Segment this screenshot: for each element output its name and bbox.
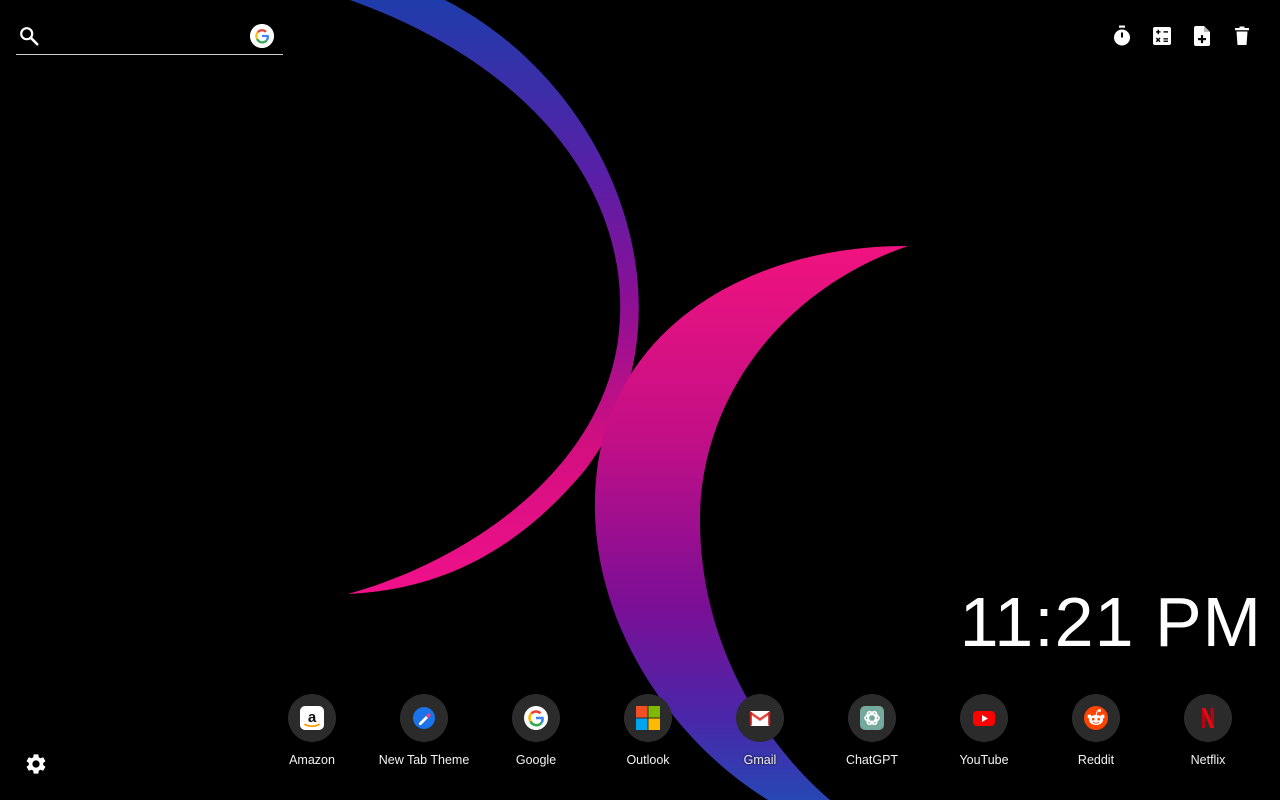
google-icon xyxy=(524,706,548,730)
gmail-icon xyxy=(749,711,771,726)
shortcut-label: Google xyxy=(515,753,557,767)
shortcut-google[interactable]: Google xyxy=(480,694,592,774)
shortcut-label: Reddit xyxy=(1077,753,1115,767)
shortcut-amazon[interactable]: a Amazon xyxy=(256,694,368,774)
google-icon[interactable] xyxy=(250,24,274,48)
search-icon[interactable] xyxy=(18,25,40,47)
settings-button[interactable] xyxy=(24,752,48,776)
reddit-icon xyxy=(1084,706,1108,730)
youtube-icon xyxy=(973,711,995,726)
trash-button[interactable] xyxy=(1230,24,1254,48)
shortcut-label: Amazon xyxy=(289,753,335,767)
microsoft-icon xyxy=(636,706,660,730)
shortcut-label: Outlook xyxy=(626,753,670,767)
shortcut-gmail[interactable]: Gmail xyxy=(704,694,816,774)
shortcut-new-tab-theme[interactable]: New Tab Theme xyxy=(368,694,480,774)
shortcut-reddit[interactable]: Reddit xyxy=(1040,694,1152,774)
shortcut-label: YouTube xyxy=(959,753,1009,767)
svg-text:a: a xyxy=(308,709,317,726)
netflix-icon xyxy=(1202,708,1214,728)
wallpaper-crescents xyxy=(348,0,908,800)
shortcut-outlook[interactable]: Outlook xyxy=(592,694,704,774)
timer-button[interactable] xyxy=(1110,24,1134,48)
amazon-icon: a xyxy=(300,706,324,730)
shortcut-label: New Tab Theme xyxy=(378,753,470,767)
clock-time: 11:21 PM xyxy=(959,583,1262,661)
new-tab-page: 11:21 PM a Amazon New Tab Theme Google O… xyxy=(0,0,1280,800)
new-tab-theme-icon xyxy=(413,707,435,729)
calculator-button[interactable] xyxy=(1150,24,1174,48)
new-note-icon xyxy=(1194,26,1210,46)
chatgpt-icon xyxy=(860,706,884,730)
gear-icon xyxy=(26,754,46,774)
shortcuts-bar: a Amazon New Tab Theme Google Outlook Gm… xyxy=(256,694,1264,774)
shortcut-label: Gmail xyxy=(743,753,777,767)
shortcut-label: Netflix xyxy=(1190,753,1226,767)
shortcut-netflix[interactable]: Netflix xyxy=(1152,694,1264,774)
calculator-icon xyxy=(1153,27,1171,45)
new-note-button[interactable] xyxy=(1190,24,1214,48)
top-toolbar xyxy=(1110,24,1254,48)
shortcut-chatgpt[interactable]: ChatGPT xyxy=(816,694,928,774)
trash-icon xyxy=(1235,26,1249,45)
shortcut-label: ChatGPT xyxy=(845,753,899,767)
search-bar xyxy=(16,18,283,55)
shortcut-youtube[interactable]: YouTube xyxy=(928,694,1040,774)
search-input[interactable] xyxy=(50,24,244,50)
timer-icon xyxy=(1114,25,1130,46)
